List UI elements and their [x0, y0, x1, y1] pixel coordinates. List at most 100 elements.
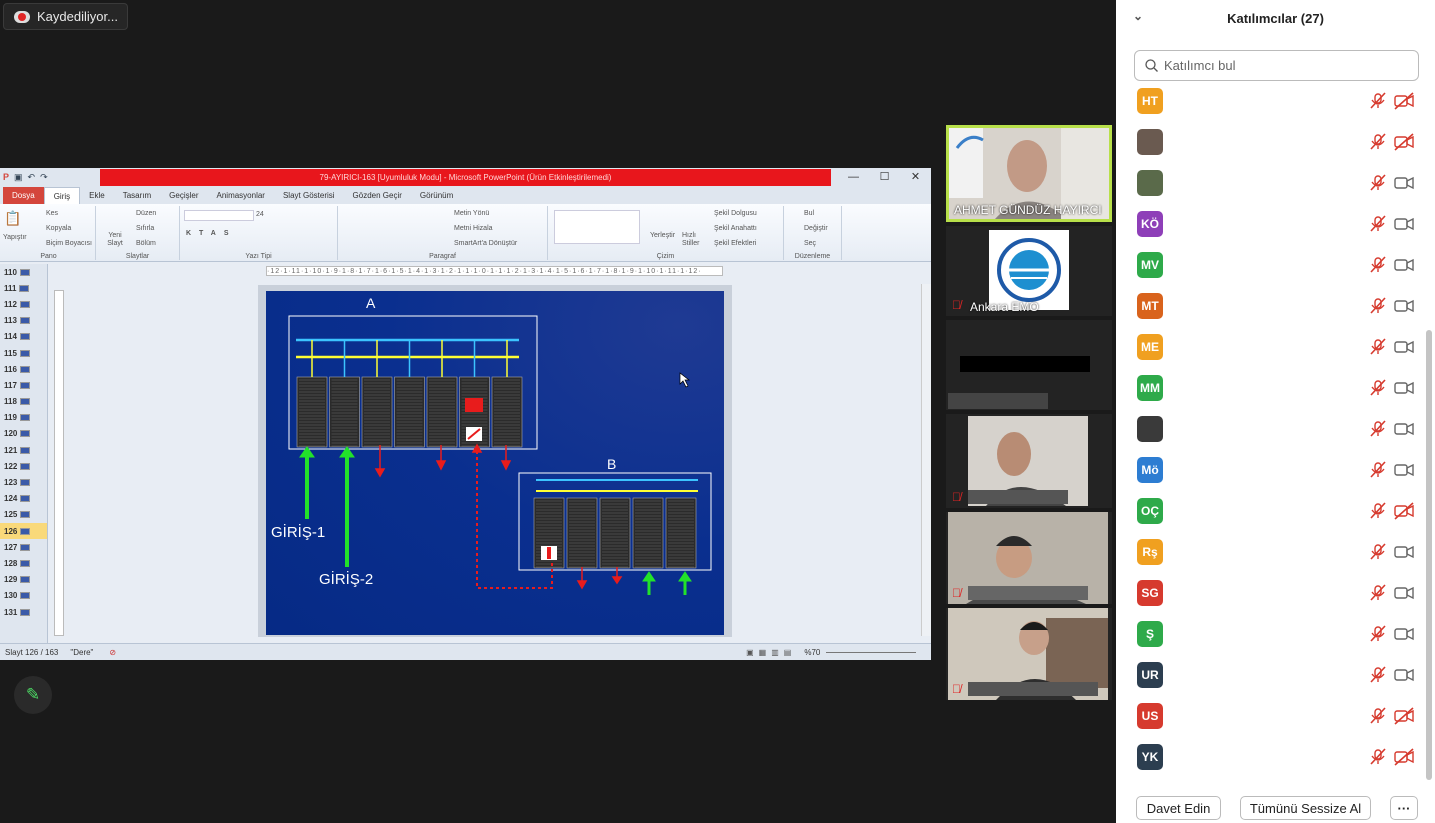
group-paragraf: Metin Yönü Metni Hizala SmartArt'a Dönüş…	[338, 206, 548, 260]
mouse-cursor-icon	[679, 372, 691, 388]
video-tile-hidden[interactable]	[946, 320, 1112, 410]
participant-row[interactable]: UR	[1116, 655, 1421, 696]
reset-label: Sıfırla	[136, 225, 155, 232]
muted-mic-icon[interactable]	[1369, 379, 1389, 397]
video-tile-participant-3[interactable]: 🎙̸	[946, 414, 1112, 508]
theme-name: "Dere"	[70, 647, 94, 657]
muted-mic-icon[interactable]	[1369, 707, 1389, 725]
slide-number: 117	[4, 380, 17, 390]
muted-mic-icon[interactable]	[1369, 748, 1389, 766]
participant-row[interactable]: KÖ	[1116, 204, 1421, 245]
muted-mic-icon[interactable]	[1369, 666, 1389, 684]
annotate-pen-icon[interactable]: ✎	[14, 676, 52, 714]
slide-thumbnail: 120	[0, 426, 47, 442]
video-tile-speaker[interactable]: AHMET GÜNDÜZ HAYIRCI	[946, 125, 1112, 222]
muted-mic-icon[interactable]	[1369, 625, 1389, 643]
avatar: Ş	[1137, 621, 1163, 647]
slide-number: 112	[4, 299, 17, 309]
section-label: Bölüm	[136, 240, 156, 247]
participant-row[interactable]: MV	[1116, 245, 1421, 286]
video-icon[interactable]	[1394, 543, 1414, 561]
video-off-icon[interactable]	[1394, 92, 1414, 110]
participant-row[interactable]	[1116, 122, 1421, 163]
video-off-icon[interactable]	[1394, 748, 1414, 766]
video-off-icon[interactable]	[1394, 133, 1414, 151]
slide-stage: A B GİRİŞ-1 GİRİŞ-2	[258, 285, 732, 637]
participant-row[interactable]: Ş	[1116, 614, 1421, 655]
slide-preview-icon	[19, 414, 30, 422]
video-icon[interactable]	[1394, 379, 1414, 397]
slide-preview-icon	[20, 446, 31, 454]
avatar: ME	[1137, 334, 1163, 360]
select-label: Seç	[804, 240, 817, 247]
muted-mic-icon[interactable]	[1369, 297, 1389, 315]
switchgear-cell	[394, 376, 425, 448]
video-icon[interactable]	[1394, 461, 1414, 479]
slide-number: 118	[4, 397, 17, 407]
slide-thumbnail: 122	[0, 458, 47, 474]
video-icon[interactable]	[1394, 338, 1414, 356]
participant-row[interactable]: HT	[1116, 81, 1421, 122]
slide-number: 122	[4, 461, 18, 471]
participant-row[interactable]: YK	[1116, 737, 1421, 778]
video-off-icon[interactable]	[1394, 707, 1414, 725]
slide-diagram: A B GİRİŞ-1 GİRİŞ-2	[271, 295, 712, 595]
slide-number: 114	[4, 332, 17, 342]
slide-thumbnail: 131	[0, 604, 47, 620]
muted-mic-icon[interactable]	[1369, 133, 1389, 151]
participant-row[interactable]: OÇ	[1116, 491, 1421, 532]
muted-mic-icon[interactable]	[1369, 256, 1389, 274]
font-name-box	[184, 210, 254, 221]
mute-all-button[interactable]: Tümünü Sessize Al	[1240, 796, 1371, 820]
video-tile-participant-4[interactable]: 🎙̸	[946, 512, 1112, 604]
muted-mic-icon[interactable]	[1369, 543, 1389, 561]
video-icon[interactable]	[1394, 174, 1414, 192]
video-icon[interactable]	[1394, 297, 1414, 315]
video-icon[interactable]	[1394, 584, 1414, 602]
slide-thumbnail: 128	[0, 555, 47, 571]
video-icon[interactable]	[1394, 215, 1414, 233]
search-placeholder: Katılımcı bul	[1164, 58, 1236, 73]
muted-mic-icon[interactable]	[1369, 584, 1389, 602]
collapse-chevron-icon[interactable]: ⌄	[1133, 9, 1143, 23]
slide-preview-icon	[20, 430, 31, 438]
window-controls: — ☐ ✕	[838, 168, 931, 187]
recording-indicator[interactable]: Kaydediliyor...	[3, 3, 128, 30]
video-off-icon[interactable]	[1394, 502, 1414, 520]
participant-row[interactable]: US	[1116, 696, 1421, 737]
video-icon[interactable]	[1394, 256, 1414, 274]
slide-thumbnail: 121	[0, 442, 47, 458]
participant-row[interactable]: MM	[1116, 368, 1421, 409]
video-icon[interactable]	[1394, 666, 1414, 684]
font-size: 24	[256, 211, 264, 218]
video-icon[interactable]	[1394, 420, 1414, 438]
tab-gozden-gecir: Gözden Geçir	[352, 191, 402, 200]
video-tile-participant-5[interactable]: 🎙̸	[946, 608, 1112, 700]
participant-row[interactable]: ME	[1116, 327, 1421, 368]
invite-button[interactable]: Davet Edin	[1136, 796, 1221, 820]
video-tile-ankara-emo[interactable]: 🎙̸ Ankara EMO	[946, 226, 1112, 316]
muted-mic-icon[interactable]	[1369, 215, 1389, 233]
participant-row[interactable]	[1116, 163, 1421, 204]
ppt-window-title: 79-AYIRICI-163 [Uyumluluk Modu] - Micros…	[100, 169, 831, 186]
video-icon[interactable]	[1394, 625, 1414, 643]
group-duzenleme: Bul Değiştir Seç Düzenleme	[784, 206, 842, 260]
muted-mic-icon[interactable]	[1369, 502, 1389, 520]
muted-mic-icon[interactable]	[1369, 338, 1389, 356]
muted-mic-icon[interactable]	[1369, 420, 1389, 438]
slide-preview-icon	[19, 349, 30, 357]
participant-row[interactable]: MT	[1116, 286, 1421, 327]
participant-search-input[interactable]: Katılımcı bul	[1134, 50, 1419, 81]
participant-row[interactable]: SG	[1116, 573, 1421, 614]
muted-mic-icon[interactable]	[1369, 461, 1389, 479]
participant-list-scrollbar[interactable]	[1426, 330, 1432, 780]
avatar: HT	[1137, 88, 1163, 114]
participant-row[interactable]: Rş	[1116, 532, 1421, 573]
participant-row[interactable]	[1116, 409, 1421, 450]
align-text-label: Metni Hizala	[454, 225, 493, 232]
group-pano: 📋 Yapıştır Kes Kopyala Biçim Boyacısı Pa…	[2, 206, 96, 260]
muted-mic-icon[interactable]	[1369, 174, 1389, 192]
muted-mic-icon[interactable]	[1369, 92, 1389, 110]
participant-row[interactable]: Mö	[1116, 450, 1421, 491]
more-options-button[interactable]: ···	[1390, 796, 1418, 820]
